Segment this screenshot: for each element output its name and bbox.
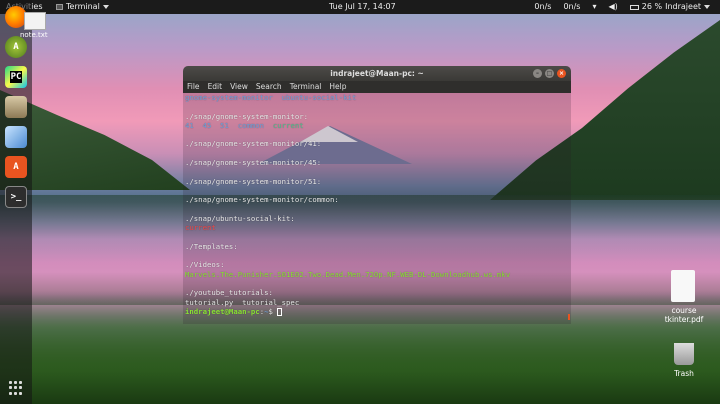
- terminal-text: indrajeet@Maan-pc: [185, 306, 260, 316]
- volume-icon: ◀): [608, 2, 618, 11]
- terminal-text: ./Videos:: [185, 260, 225, 270]
- terminal-text: ./snap/ubuntu-social-kit:: [185, 213, 295, 223]
- terminal-text: ./snap/gnome-system-monitor/45:: [185, 158, 322, 168]
- terminal-text: current: [272, 120, 304, 130]
- terminal-line: ./snap/gnome-system-monitor/41:: [185, 139, 569, 148]
- terminal-cursor: [277, 307, 283, 316]
- pdf-file-icon[interactable]: [671, 270, 695, 302]
- net-up-speed: 0n/s: [534, 2, 552, 11]
- terminal-output[interactable]: gnome-system-monitor ubuntu-social-kit ./…: [183, 93, 571, 316]
- system-tray[interactable]: 0n/s 0n/s ▾ ◀) 26 % Indrajeet: [534, 0, 710, 14]
- files-icon[interactable]: [5, 96, 27, 118]
- terminal-line: indrajeet@Maan-pc:~$: [185, 307, 569, 316]
- terminal-line: gnome-system-monitor ubuntu-social-kit: [185, 93, 569, 102]
- window-controls: – □ ×: [533, 69, 566, 78]
- virtualbox-icon[interactable]: [5, 126, 27, 148]
- chevron-down-icon: [102, 5, 109, 9]
- terminal-scrollbar[interactable]: [568, 314, 570, 320]
- minimize-icon[interactable]: –: [533, 69, 542, 78]
- note-file-icon[interactable]: [24, 12, 46, 30]
- terminal-text: current: [185, 223, 216, 233]
- terminal-line: tutorial.py tutorial_spec: [185, 298, 569, 307]
- terminal-line: current: [185, 223, 569, 232]
- terminal-line: ./snap/gnome-system-monitor/51:: [185, 177, 569, 186]
- app-menu-label: Terminal: [66, 2, 100, 11]
- software-center-icon[interactable]: A: [5, 156, 27, 178]
- pdf-file-label[interactable]: course tkinter.pdf: [660, 306, 708, 324]
- terminal-title: indrajeet@Maan-pc: ~: [330, 69, 424, 78]
- dock: A PC A >_: [0, 0, 32, 404]
- terminal-text: ./snap/gnome-system-monitor/41:: [185, 139, 322, 149]
- terminal-text: ./snap/gnome-system-monitor:: [185, 111, 309, 121]
- terminal-text: Marvels.The.Punisher.S01E02.Two.Dead.Men…: [185, 269, 511, 279]
- top-bar: Activities Terminal Tue Jul 17, 14:07 0n…: [0, 0, 720, 14]
- terminal-line: ./youtube_tutorials:: [185, 288, 569, 297]
- pycharm-icon[interactable]: PC: [5, 66, 27, 88]
- trash-icon[interactable]: [674, 343, 694, 365]
- show-applications-icon[interactable]: [9, 381, 23, 395]
- terminal-line: ./snap/gnome-system-monitor/common:: [185, 195, 569, 204]
- chevron-down-icon: [704, 5, 710, 9]
- terminal-line: ./Videos:: [185, 260, 569, 269]
- close-icon[interactable]: ×: [557, 69, 566, 78]
- terminal-small-icon: [56, 4, 63, 10]
- app-menu[interactable]: Terminal: [56, 0, 109, 14]
- battery-percent: 26 %: [641, 2, 663, 11]
- terminal-text: ./youtube_tutorials:: [185, 288, 273, 298]
- terminal-line: ./snap/gnome-system-monitor:: [185, 112, 569, 121]
- terminal-line: ./Templates:: [185, 242, 569, 251]
- menu-file[interactable]: File: [187, 81, 200, 93]
- terminal-line: ./snap/ubuntu-social-kit:: [185, 214, 569, 223]
- battery-icon: [629, 4, 639, 10]
- menu-edit[interactable]: Edit: [208, 81, 223, 93]
- terminal-text: 41 45 51 common: [185, 120, 273, 130]
- terminal-window[interactable]: indrajeet@Maan-pc: ~ – □ × File Edit Vie…: [183, 66, 571, 324]
- pdf-file-label-line2: tkinter.pdf: [664, 315, 704, 324]
- terminal-titlebar[interactable]: indrajeet@Maan-pc: ~ – □ ×: [183, 66, 571, 81]
- wifi-icon: ▾: [592, 2, 597, 11]
- trash-label[interactable]: Trash: [672, 369, 696, 378]
- net-down-speed: 0n/s: [563, 2, 581, 11]
- clock[interactable]: Tue Jul 17, 14:07: [329, 0, 396, 14]
- terminal-menubar: File Edit View Search Terminal Help: [183, 81, 571, 93]
- maximize-icon[interactable]: □: [545, 69, 554, 78]
- user-name: Indrajeet: [665, 2, 701, 11]
- terminal-line: ./snap/gnome-system-monitor/45:: [185, 158, 569, 167]
- menu-help[interactable]: Help: [329, 81, 346, 93]
- terminal-text: $: [268, 306, 278, 316]
- terminal-text: tutorial.py tutorial_spec: [185, 297, 300, 307]
- menu-view[interactable]: View: [230, 81, 248, 93]
- pdf-file-label-line1: course: [671, 306, 697, 315]
- terminal-text: ./Templates:: [185, 241, 238, 251]
- menu-terminal[interactable]: Terminal: [290, 81, 322, 93]
- note-file-label[interactable]: note.txt: [20, 31, 48, 39]
- terminal-line: Marvels.The.Punisher.S01E02.Two.Dead.Men…: [185, 270, 569, 279]
- android-studio-icon[interactable]: A: [5, 36, 27, 58]
- terminal-text: ./snap/gnome-system-monitor/51:: [185, 176, 322, 186]
- menu-search[interactable]: Search: [256, 81, 282, 93]
- terminal-line: 41 45 51 common current: [185, 121, 569, 130]
- terminal-text: ./snap/gnome-system-monitor/common:: [185, 195, 339, 205]
- terminal-text: gnome-system-monitor ubuntu-social-kit: [185, 93, 357, 102]
- terminal-icon[interactable]: >_: [5, 186, 27, 208]
